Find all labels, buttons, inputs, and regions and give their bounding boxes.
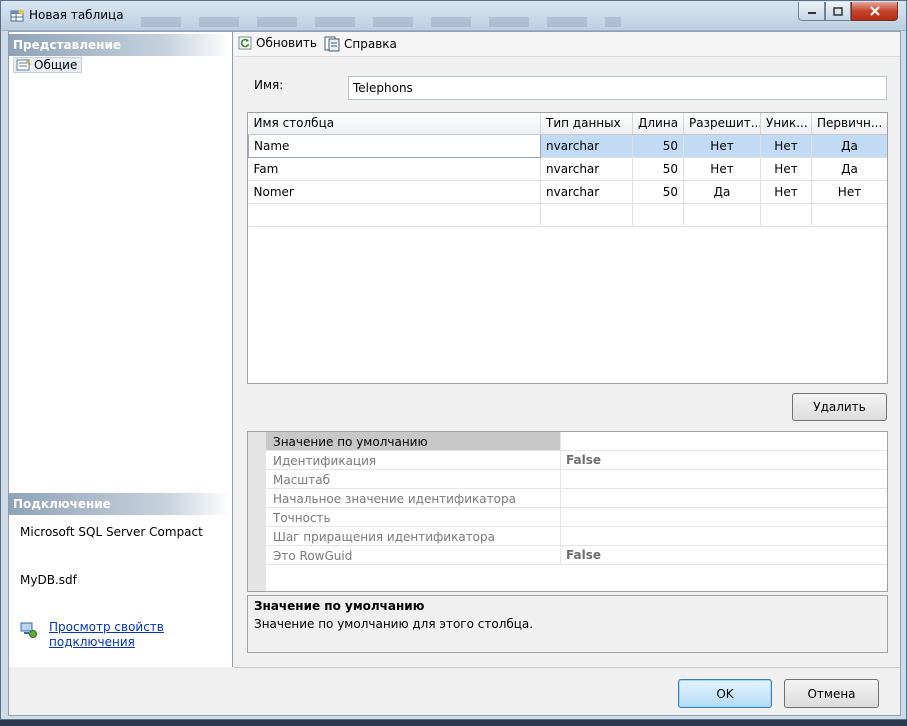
table-name-label: Имя: <box>254 78 284 92</box>
cell-length[interactable]: 50 <box>632 157 684 181</box>
column-header-type[interactable]: Тип данных <box>540 113 633 135</box>
delete-button[interactable]: Удалить <box>792 393 887 421</box>
title-bar[interactable]: Новая таблица <box>1 1 906 31</box>
column-header-unique[interactable]: Уник... <box>760 113 812 135</box>
cancel-button[interactable]: Отмена <box>784 679 879 708</box>
property-row[interactable]: Это RowGuid False <box>266 546 887 565</box>
close-icon <box>869 6 880 16</box>
connection-section-header: Подключение <box>9 493 231 515</box>
dialog-window: Новая таблица Представление Общие Подклю… <box>0 0 907 720</box>
property-row[interactable]: Масштаб <box>266 470 887 489</box>
property-value[interactable] <box>560 527 887 545</box>
property-name: Значение по умолчанию <box>273 435 428 449</box>
close-button[interactable] <box>851 2 898 21</box>
columns-grid[interactable]: Имя столбца Тип данных Длина Разрешит...… <box>247 112 888 384</box>
property-value[interactable] <box>560 489 887 507</box>
grid-header-row: Имя столбца Тип данных Длина Разрешит...… <box>248 113 887 135</box>
connection-database: MyDB.sdf <box>20 573 77 587</box>
property-name: Шаг приращения идентификатора <box>273 530 495 544</box>
property-row[interactable]: Шаг приращения идентификатора <box>266 527 887 546</box>
cell-length[interactable]: 50 <box>632 134 684 158</box>
ok-button[interactable]: OK <box>678 679 772 708</box>
property-row[interactable]: Начальное значение идентификатора <box>266 489 887 508</box>
table-name-input[interactable] <box>348 76 887 100</box>
description-text: Значение по умолчанию для этого столбца. <box>254 617 534 631</box>
column-header-length[interactable]: Длина <box>632 113 684 135</box>
property-value[interactable] <box>560 432 887 450</box>
property-name: Идентификация <box>273 454 377 468</box>
cell-primary-key[interactable]: Нет <box>811 180 887 204</box>
view-connection-properties-link[interactable]: Просмотр свойств подключения <box>49 620 199 650</box>
dialog-client: Представление Общие Подключение Microsof… <box>8 31 901 716</box>
refresh-label: Обновить <box>256 36 317 50</box>
cell-column-name[interactable] <box>248 203 541 227</box>
cell-primary-key[interactable]: Да <box>811 157 887 181</box>
left-pane: Представление Общие Подключение Microsof… <box>9 32 233 667</box>
cell-data-type[interactable]: nvarchar <box>540 134 633 158</box>
cell-unique[interactable]: Нет <box>760 180 812 204</box>
cell-unique[interactable]: Нет <box>760 157 812 181</box>
property-name: Начальное значение идентификатора <box>273 492 516 506</box>
cell-unique[interactable] <box>760 203 812 227</box>
toolbar: Обновить Справка <box>234 32 900 57</box>
column-header-name[interactable]: Имя столбца <box>248 113 541 135</box>
property-row[interactable]: Точность <box>266 508 887 527</box>
view-section-header: Представление <box>9 34 231 56</box>
cell-column-name[interactable]: Fam <box>248 157 541 181</box>
cell-data-type[interactable]: nvarchar <box>540 180 633 204</box>
minimize-button[interactable] <box>798 2 825 21</box>
connection-properties-icon <box>20 622 37 638</box>
column-header-allow-nulls[interactable]: Разрешит... <box>683 113 761 135</box>
table-row[interactable]: Nomer nvarchar 50 Да Нет Нет <box>248 180 887 204</box>
properties-gutter <box>248 432 266 591</box>
help-icon <box>324 36 340 52</box>
property-name: Масштаб <box>273 473 331 487</box>
maximize-button[interactable] <box>825 2 851 21</box>
cell-data-type[interactable] <box>540 203 633 227</box>
property-value[interactable]: False <box>560 451 887 469</box>
cell-length[interactable]: 50 <box>632 180 684 204</box>
connection-server: Microsoft SQL Server Compact <box>20 525 203 539</box>
cell-allow-nulls[interactable]: Нет <box>683 157 761 181</box>
sidebar-item-label: Общие <box>34 58 78 72</box>
property-row[interactable]: Идентификация False <box>266 451 887 470</box>
refresh-button[interactable]: Обновить <box>238 36 317 50</box>
cell-allow-nulls[interactable] <box>683 203 761 227</box>
cell-allow-nulls[interactable]: Да <box>683 180 761 204</box>
property-value[interactable]: False <box>560 546 887 564</box>
table-row[interactable]: Name nvarchar 50 Нет Нет Да <box>248 133 887 158</box>
footer-divider <box>234 667 900 668</box>
help-button[interactable]: Справка <box>324 36 397 52</box>
property-name: Точность <box>273 511 331 525</box>
window-title: Новая таблица <box>29 8 124 22</box>
table-row-new[interactable] <box>248 203 887 227</box>
cell-data-type[interactable]: nvarchar <box>540 157 633 181</box>
property-value[interactable] <box>560 470 887 488</box>
cell-length[interactable] <box>632 203 684 227</box>
column-header-primary-key[interactable]: Первичн... <box>811 113 887 135</box>
cell-primary-key[interactable]: Да <box>811 134 887 158</box>
cell-primary-key[interactable] <box>811 203 887 227</box>
description-title: Значение по умолчанию <box>254 599 425 613</box>
cell-unique[interactable]: Нет <box>760 134 812 158</box>
maximize-icon <box>833 6 843 16</box>
refresh-icon <box>238 36 252 50</box>
cell-allow-nulls[interactable]: Нет <box>683 134 761 158</box>
table-row[interactable]: Fam nvarchar 50 Нет Нет Да <box>248 157 887 181</box>
property-name: Это RowGuid <box>273 549 353 563</box>
background-menu-ghost <box>141 17 621 27</box>
taskbar-strip <box>0 720 907 726</box>
sidebar-item-general[interactable]: Общие <box>13 57 83 73</box>
minimize-icon <box>807 12 816 14</box>
help-label: Справка <box>344 37 397 51</box>
property-row[interactable]: Значение по умолчанию <box>266 432 887 451</box>
cell-column-name[interactable]: Name <box>248 133 541 158</box>
properties-page-icon <box>16 59 31 71</box>
property-description-panel: Значение по умолчанию Значение по умолча… <box>247 595 888 653</box>
cell-column-name[interactable]: Nomer <box>248 180 541 204</box>
column-properties-grid: Значение по умолчанию Идентификация False… <box>247 431 888 592</box>
table-icon <box>10 9 24 22</box>
property-value[interactable] <box>560 508 887 526</box>
